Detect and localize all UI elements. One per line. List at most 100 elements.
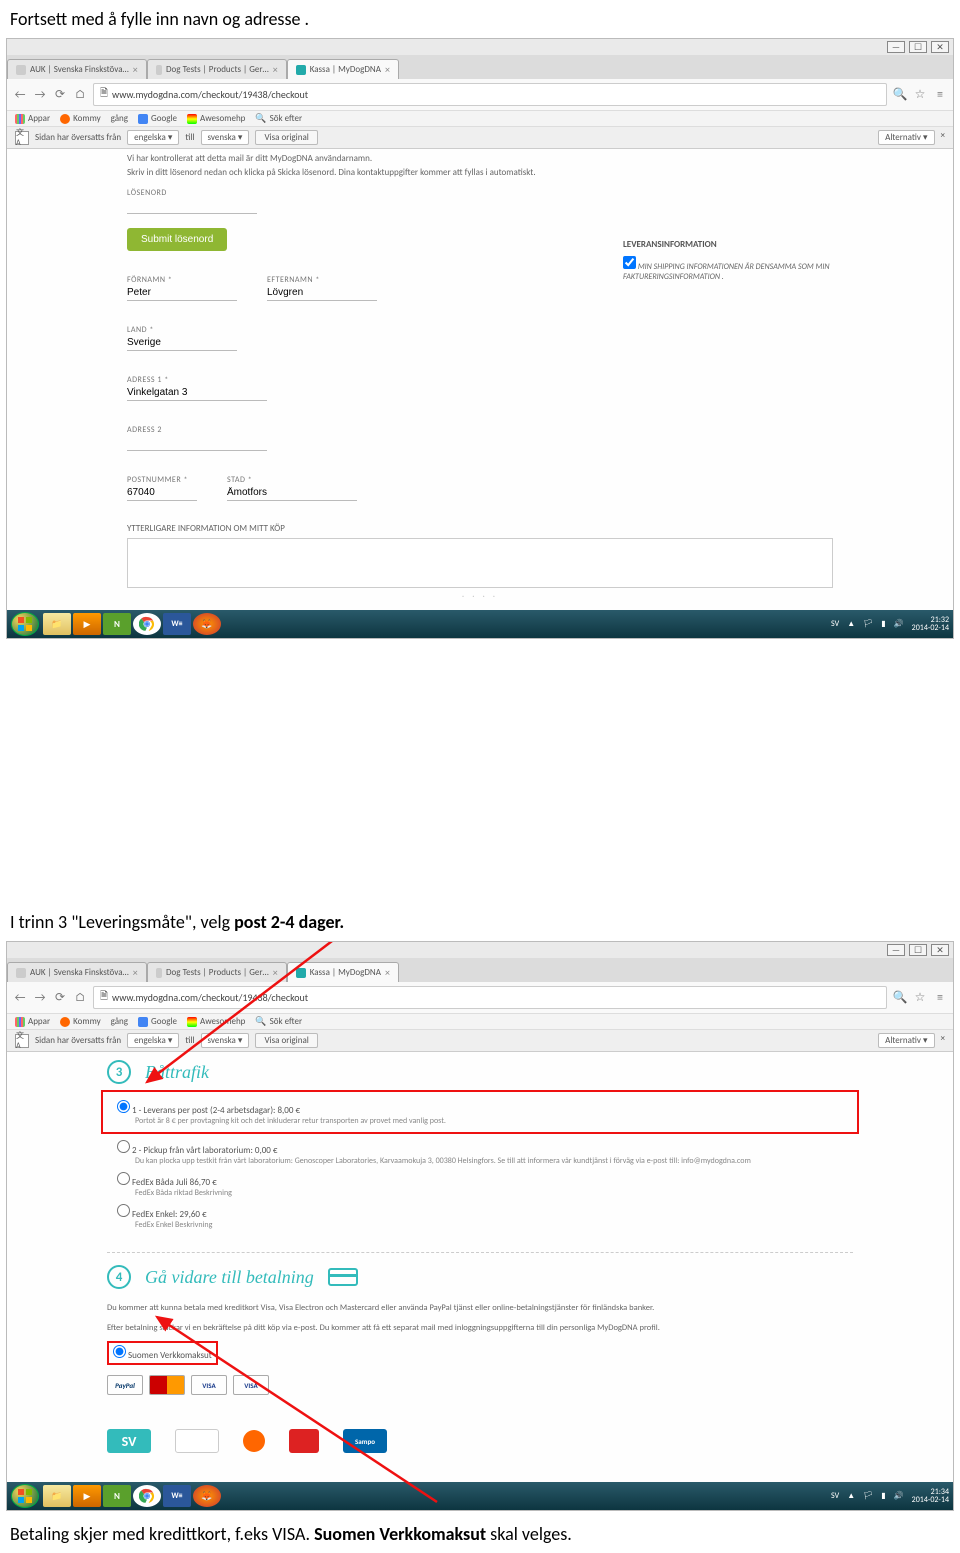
close-icon[interactable]: × xyxy=(273,63,278,76)
firefox-icon[interactable]: 🦊 xyxy=(193,1485,221,1507)
search-icon[interactable]: 🔍 xyxy=(893,88,907,102)
close-translate-icon[interactable]: × xyxy=(941,1033,945,1048)
forward-button[interactable]: → xyxy=(33,88,47,102)
translate-to-select[interactable]: svenska ▾ xyxy=(201,130,250,145)
tray-battery-icon[interactable]: ▮ xyxy=(881,1491,885,1501)
clock[interactable]: 21:322014-02-14 xyxy=(912,616,949,632)
shipping-radio-4[interactable] xyxy=(117,1204,130,1217)
reload-button[interactable]: ⟳ xyxy=(53,991,67,1005)
close-translate-icon[interactable]: × xyxy=(941,130,945,145)
kommy-bookmark[interactable]: Kommy xyxy=(60,1016,101,1027)
translate-options[interactable]: Alternativ ▾ xyxy=(878,1033,934,1048)
minimize-button[interactable]: — xyxy=(887,41,905,53)
close-icon[interactable]: × xyxy=(385,63,390,76)
land-input[interactable] xyxy=(127,335,237,351)
awesome-bookmark[interactable]: Awesomehp xyxy=(187,1016,245,1027)
tray-volume-icon[interactable]: 🔊 xyxy=(894,1491,904,1501)
translate-from-select[interactable]: engelska ▾ xyxy=(127,130,179,145)
password-input[interactable] xyxy=(127,198,257,214)
same-as-billing-checkbox[interactable] xyxy=(623,256,636,269)
back-button[interactable]: ← xyxy=(13,991,27,1005)
close-window-button[interactable]: ✕ xyxy=(931,944,949,956)
start-button[interactable] xyxy=(11,612,39,636)
tab-auk[interactable]: AUK | Svenska Finskstöva…× xyxy=(7,962,147,982)
shipping-option-1[interactable]: 1 - Leverans per post (2-4 arbetsdagar):… xyxy=(107,1096,853,1128)
apps-bookmark[interactable]: Appar xyxy=(15,1016,50,1027)
additional-info-textarea[interactable] xyxy=(127,538,833,588)
efternamn-input[interactable] xyxy=(267,285,377,301)
maximize-button[interactable]: ☐ xyxy=(909,944,927,956)
language-indicator[interactable]: SV xyxy=(831,1491,839,1501)
tray-network-icon[interactable]: 🏳 xyxy=(863,619,873,629)
search-bookmark[interactable]: 🔍Sök efter xyxy=(255,1016,302,1027)
home-button[interactable]: ⌂ xyxy=(73,991,87,1005)
translate-from-select[interactable]: engelska ▾ xyxy=(127,1033,179,1048)
close-icon[interactable]: × xyxy=(385,966,390,979)
star-icon[interactable]: ☆ xyxy=(913,88,927,102)
adress1-input[interactable] xyxy=(127,385,267,401)
tab-dogtests[interactable]: Dog Tests | Products | Ger…× xyxy=(147,59,287,79)
word-icon[interactable]: W≡ xyxy=(163,613,191,635)
close-icon[interactable]: × xyxy=(273,966,278,979)
start-button[interactable] xyxy=(11,1484,39,1508)
translate-options[interactable]: Alternativ ▾ xyxy=(878,130,934,145)
menu-icon[interactable]: ≡ xyxy=(933,88,947,102)
google-bookmark[interactable]: Google xyxy=(138,113,177,124)
close-window-button[interactable]: ✕ xyxy=(931,41,949,53)
tab-kassa[interactable]: Kassa | MyDogDNA× xyxy=(287,59,399,79)
shipping-radio-3[interactable] xyxy=(117,1172,130,1185)
close-icon[interactable]: × xyxy=(133,63,138,76)
suomen-radio[interactable] xyxy=(113,1345,126,1358)
n-app-icon[interactable]: N xyxy=(103,1485,131,1507)
shipping-option-3[interactable]: FedEx Båda Juli 86,70 € FedEx Båda rikta… xyxy=(107,1168,853,1200)
google-bookmark[interactable]: Google xyxy=(138,1016,177,1027)
chrome-icon[interactable] xyxy=(133,1485,161,1507)
gang-bookmark[interactable]: gång xyxy=(111,1016,128,1027)
show-original-button[interactable]: Visa original xyxy=(255,1033,317,1048)
explorer-icon[interactable]: 📁 xyxy=(43,613,71,635)
maximize-button[interactable]: ☐ xyxy=(909,41,927,53)
gang-bookmark[interactable]: gång xyxy=(111,113,128,124)
url-input[interactable]: 🗎www.mydogdna.com/checkout/19438/checkou… xyxy=(93,83,887,106)
shipping-option-4[interactable]: FedEx Enkel: 29,60 € FedEx Enkel Beskriv… xyxy=(107,1200,853,1232)
shipping-option-2[interactable]: 2 - Pickup från vårt laboratorium: 0,00 … xyxy=(107,1136,853,1168)
fornamn-input[interactable] xyxy=(127,285,237,301)
postnummer-input[interactable] xyxy=(127,485,197,501)
word-icon[interactable]: W≡ xyxy=(163,1485,191,1507)
chrome-icon[interactable] xyxy=(133,613,161,635)
search-icon[interactable]: 🔍 xyxy=(893,991,907,1005)
minimize-button[interactable]: — xyxy=(887,944,905,956)
kommy-bookmark[interactable]: Kommy xyxy=(60,113,101,124)
tab-kassa[interactable]: Kassa | MyDogDNA× xyxy=(287,962,399,982)
tray-flag-icon[interactable]: ▲ xyxy=(847,1491,855,1501)
tray-battery-icon[interactable]: ▮ xyxy=(881,619,885,629)
reload-button[interactable]: ⟳ xyxy=(53,88,67,102)
tray-network-icon[interactable]: 🏳 xyxy=(863,1491,873,1501)
show-original-button[interactable]: Visa original xyxy=(255,130,317,145)
shipping-radio-2[interactable] xyxy=(117,1140,130,1153)
tray-volume-icon[interactable]: 🔊 xyxy=(894,619,904,629)
tray-flag-icon[interactable]: ▲ xyxy=(847,619,855,629)
clock[interactable]: 21:342014-02-14 xyxy=(912,1488,949,1504)
explorer-icon[interactable]: 📁 xyxy=(43,1485,71,1507)
media-player-icon[interactable]: ▶ xyxy=(73,613,101,635)
tab-auk[interactable]: AUK | Svenska Finskstöva…× xyxy=(7,59,147,79)
tab-dogtests[interactable]: Dog Tests | Products | Ger…× xyxy=(147,962,287,982)
shipping-radio-1[interactable] xyxy=(117,1100,130,1113)
home-button[interactable]: ⌂ xyxy=(73,88,87,102)
apps-bookmark[interactable]: Appar xyxy=(15,113,50,124)
translate-to-select[interactable]: svenska ▾ xyxy=(201,1033,250,1048)
media-player-icon[interactable]: ▶ xyxy=(73,1485,101,1507)
forward-button[interactable]: → xyxy=(33,991,47,1005)
adress2-input[interactable] xyxy=(127,435,267,451)
menu-icon[interactable]: ≡ xyxy=(933,991,947,1005)
n-app-icon[interactable]: N xyxy=(103,613,131,635)
close-icon[interactable]: × xyxy=(133,966,138,979)
awesome-bookmark[interactable]: Awesomehp xyxy=(187,113,245,124)
url-input[interactable]: 🗎www.mydogdna.com/checkout/19438/checkou… xyxy=(93,986,887,1009)
back-button[interactable]: ← xyxy=(13,88,27,102)
language-indicator[interactable]: SV xyxy=(831,619,839,629)
firefox-icon[interactable]: 🦊 xyxy=(193,613,221,635)
search-bookmark[interactable]: 🔍Sök efter xyxy=(255,113,302,124)
submit-password-button[interactable]: Submit lösenord xyxy=(127,228,227,251)
